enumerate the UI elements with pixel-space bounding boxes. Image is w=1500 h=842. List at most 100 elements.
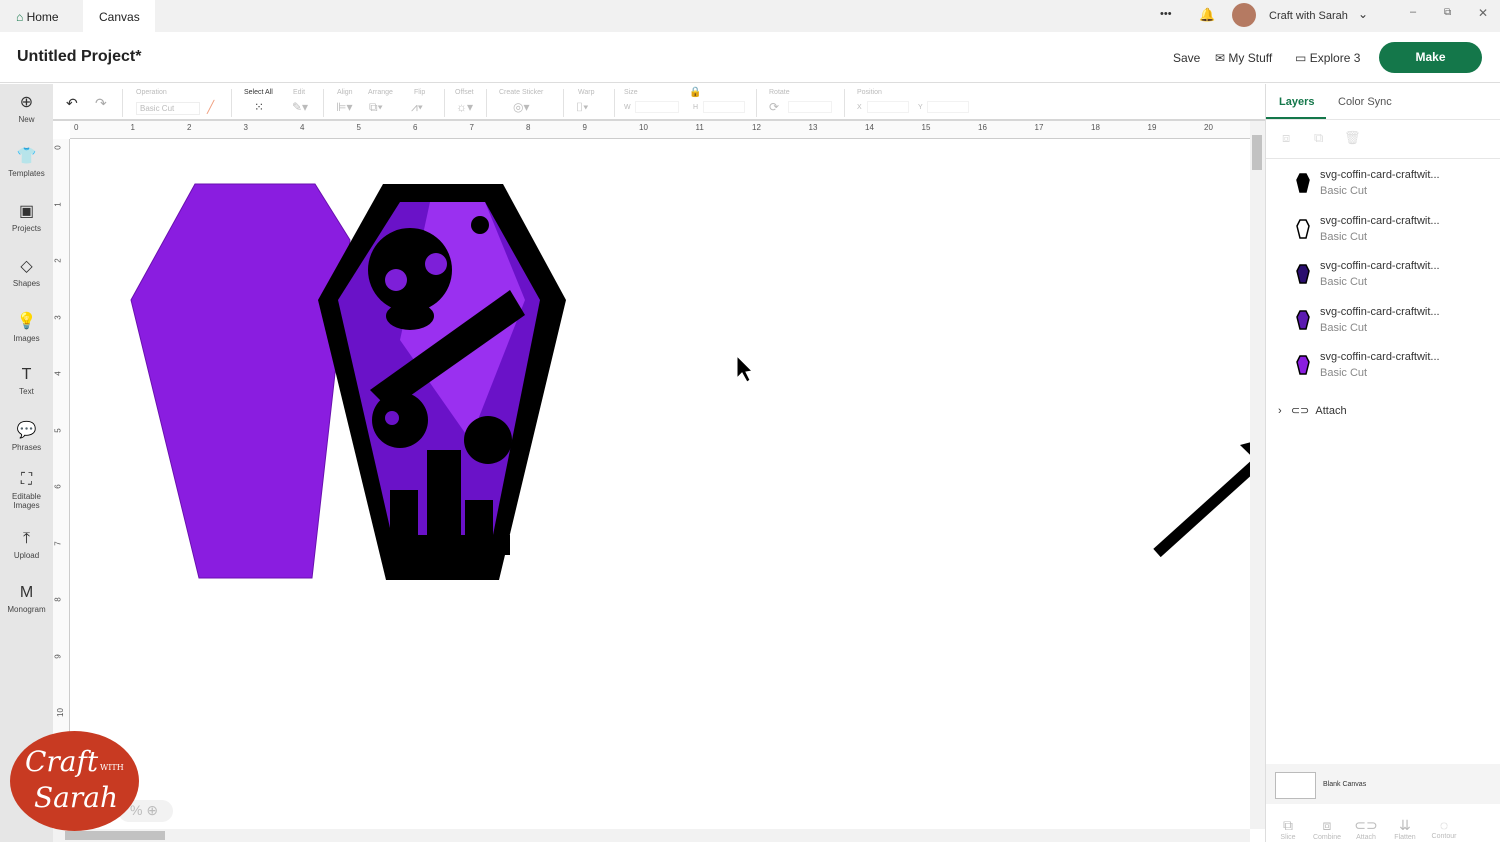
operation-select[interactable]: Basic Cut: [136, 102, 200, 115]
coffin-layer-icon: [1296, 264, 1310, 284]
layer-item[interactable]: svg-coffin-card-craftwit... Basic Cut: [1266, 260, 1488, 305]
undo-button[interactable]: ↶: [66, 95, 78, 112]
ruler-tick-label: 9: [53, 653, 63, 659]
size-label: Size: [624, 89, 638, 96]
x-input[interactable]: [867, 101, 909, 113]
coffin-layer-icon: [1296, 218, 1310, 239]
vertical-scrollbar[interactable]: [1250, 121, 1265, 829]
editable-images-icon: ⛶: [20, 471, 33, 488]
rotate-input[interactable]: [788, 101, 832, 113]
redo-button[interactable]: ↷: [95, 95, 107, 112]
tab-canvas[interactable]: Canvas: [83, 0, 155, 32]
ruler-tick-label: 20: [1204, 123, 1213, 132]
coffin-base-purple[interactable]: [130, 183, 351, 579]
height-input[interactable]: [703, 101, 745, 113]
sidebar-item-images[interactable]: 💡 Images: [0, 311, 53, 343]
layers-panel: Layers Color Sync ⧈ ⧉ 🗑 svg-coffin-card-…: [1265, 84, 1500, 842]
ruler-tick-label: 3: [53, 314, 63, 320]
horizontal-scrollbar[interactable]: [53, 829, 1250, 842]
more-menu-button[interactable]: •••: [1160, 8, 1172, 20]
make-button[interactable]: Make: [1379, 42, 1482, 73]
restore-button[interactable]: ⧉: [1444, 7, 1451, 18]
ruler-tick-label: 1: [53, 201, 63, 207]
my-stuff-button[interactable]: ✉ My Stuff: [1215, 51, 1272, 65]
zoom-level: %: [130, 802, 143, 818]
layer-item[interactable]: svg-coffin-card-craftwit... Basic Cut: [1266, 215, 1488, 260]
layer-item[interactable]: svg-coffin-card-craftwit... Basic Cut: [1266, 306, 1488, 351]
pen-color-icon[interactable]: ╱: [207, 100, 214, 114]
sidebar-item-editable-images[interactable]: ⛶ Editable Images: [0, 471, 53, 510]
ruler-tick-label: 11: [695, 123, 704, 132]
sidebar-item-new[interactable]: ⊕ New: [0, 92, 53, 124]
avatar[interactable]: [1232, 3, 1256, 27]
shapes-icon: ◇: [20, 258, 33, 275]
tab-home[interactable]: ⌂ Home: [0, 0, 83, 32]
edit-label: Edit: [293, 89, 306, 96]
machine-select[interactable]: ▭ Explore 3: [1295, 51, 1360, 65]
sidebar-item-upload[interactable]: ⤒ Upload: [0, 530, 53, 560]
flatten-label: Flatten: [1394, 834, 1416, 841]
logo-with: WITH: [100, 763, 124, 772]
ruler-tick-label: 5: [356, 123, 361, 132]
attach-group[interactable]: › ⊂⊃ Attach: [1278, 404, 1347, 417]
logo-line1: Craft: [25, 745, 99, 778]
sidebar-item-projects[interactable]: ▣ Projects: [0, 201, 53, 233]
width-input[interactable]: [635, 101, 679, 113]
ruler-tick-label: 8: [526, 123, 531, 132]
close-button[interactable]: ✕: [1478, 6, 1488, 20]
tab-layers[interactable]: Layers: [1279, 96, 1314, 108]
layer-item[interactable]: svg-coffin-card-craftwit... Basic Cut: [1266, 351, 1488, 396]
sidebar-item-label: Text: [19, 387, 34, 396]
select-all-icon[interactable]: ⁙: [254, 100, 264, 114]
tab-color-sync[interactable]: Color Sync: [1338, 96, 1392, 108]
edit-icon[interactable]: ✎▾: [292, 100, 308, 114]
sidebar-item-text[interactable]: T Text: [0, 366, 53, 396]
sidebar-item-monogram[interactable]: M Monogram: [0, 584, 53, 614]
save-button[interactable]: Save: [1173, 51, 1200, 65]
attach-button[interactable]: ⊂⊃ Attach: [1346, 817, 1386, 841]
lock-icon[interactable]: 🔒: [689, 87, 701, 98]
blank-canvas-swatch[interactable]: [1275, 772, 1316, 799]
zoom-in-icon[interactable]: ⊕: [146, 802, 158, 818]
warp-icon[interactable]: ⌷▾: [576, 100, 588, 115]
top-bar: ⌂ Home Canvas ••• 🔔 Craft with Sarah ⌄ –…: [0, 0, 1500, 32]
duplicate-icon[interactable]: ⧉: [1314, 130, 1323, 146]
tab-home-label: Home: [26, 10, 59, 24]
trash-icon[interactable]: 🗑: [1344, 130, 1361, 146]
position-label: Position: [857, 89, 882, 96]
offset-icon[interactable]: ☼▾: [456, 100, 473, 114]
project-title[interactable]: Untitled Project*: [17, 48, 141, 66]
annotation-arrow: [736, 354, 1250, 558]
layer-item[interactable]: svg-coffin-card-craftwit... Basic Cut: [1266, 169, 1488, 214]
y-input[interactable]: [927, 101, 969, 113]
chevron-right-icon[interactable]: ›: [1278, 405, 1282, 417]
design-canvas[interactable]: [70, 140, 1250, 829]
flip-icon[interactable]: ⩘▾: [411, 100, 423, 115]
sticker-icon[interactable]: ◎▾: [513, 100, 530, 114]
group-icon[interactable]: ⧈: [1282, 130, 1290, 146]
ruler-tick-label: 4: [53, 371, 63, 376]
flip-label: Flip: [414, 89, 426, 96]
layers-scrollbar[interactable]: [1488, 160, 1500, 760]
layer-name: svg-coffin-card-craftwit...: [1320, 260, 1440, 272]
craft-with-sarah-logo: Craft WITH Sarah: [10, 731, 139, 831]
bell-icon[interactable]: 🔔: [1199, 7, 1215, 23]
sidebar-item-label: Shapes: [12, 279, 41, 288]
flatten-button[interactable]: ⇊ Flatten: [1385, 817, 1425, 841]
contour-button[interactable]: ◌ Contour: [1424, 817, 1464, 840]
mouse-cursor-icon: [736, 354, 754, 383]
sidebar-item-shapes[interactable]: ◇ Shapes: [0, 256, 53, 288]
user-name[interactable]: Craft with Sarah: [1269, 10, 1348, 22]
sidebar-item-label: Phrases: [11, 443, 42, 452]
coffin-skull-design[interactable]: [318, 184, 566, 580]
blank-canvas-row[interactable]: Blank Canvas: [1266, 764, 1500, 804]
align-icon[interactable]: ⊫▾: [336, 100, 352, 114]
combine-button[interactable]: ⧈ Combine: [1307, 817, 1347, 841]
sidebar-item-templates[interactable]: 👕 Templates: [0, 146, 53, 178]
chevron-down-icon[interactable]: ⌄: [1358, 7, 1368, 21]
sidebar-item-phrases[interactable]: 💬 Phrases: [0, 420, 53, 452]
minimize-button[interactable]: –: [1410, 6, 1416, 18]
arrange-icon[interactable]: ⧉▾: [369, 100, 383, 115]
slice-button[interactable]: ⧉ Slice: [1268, 817, 1308, 841]
sidebar-item-label: Projects: [12, 224, 41, 233]
